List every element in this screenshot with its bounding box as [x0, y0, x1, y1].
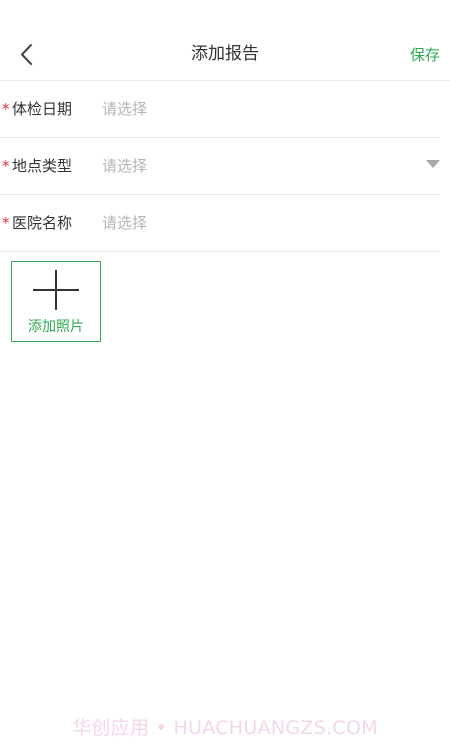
location-type-label: 地点类型 [12, 157, 73, 175]
hospital-name-select[interactable]: 请选择 [102, 213, 400, 233]
add-photo-label: 添加照片 [28, 319, 84, 335]
hospital-name-row[interactable]: * 医院名称 请选择 [0, 195, 440, 252]
watermark: 华创应用 • HUACHUANGZS.COM [72, 717, 378, 739]
exam-date-row[interactable]: * 体检日期 请选择 [0, 81, 440, 138]
exam-date-label: 体检日期 [12, 100, 73, 118]
location-type-select[interactable]: 请选择 [102, 156, 400, 176]
plus-icon [33, 270, 79, 310]
report-form: * 体检日期 请选择 * 地点类型 请选择 * 医院名称 请选择 [0, 81, 450, 252]
add-photo-button[interactable]: 添加照片 [11, 261, 101, 342]
dropdown-arrow-icon[interactable] [426, 160, 440, 168]
save-button[interactable]: 保存 [410, 44, 440, 66]
add-report-page: 添加报告 保存 * 体检日期 请选择 * 地点类型 请选择 * 医院名称 请选择… [0, 0, 450, 750]
hospital-name-label: 医院名称 [12, 214, 73, 232]
required-mark: * [2, 214, 10, 232]
required-mark: * [2, 157, 10, 175]
required-mark: * [2, 100, 10, 118]
header-bar: 添加报告 保存 [0, 28, 450, 81]
location-type-row[interactable]: * 地点类型 请选择 [0, 138, 440, 195]
page-title: 添加报告 [191, 44, 259, 64]
exam-date-select[interactable]: 请选择 [102, 99, 400, 119]
